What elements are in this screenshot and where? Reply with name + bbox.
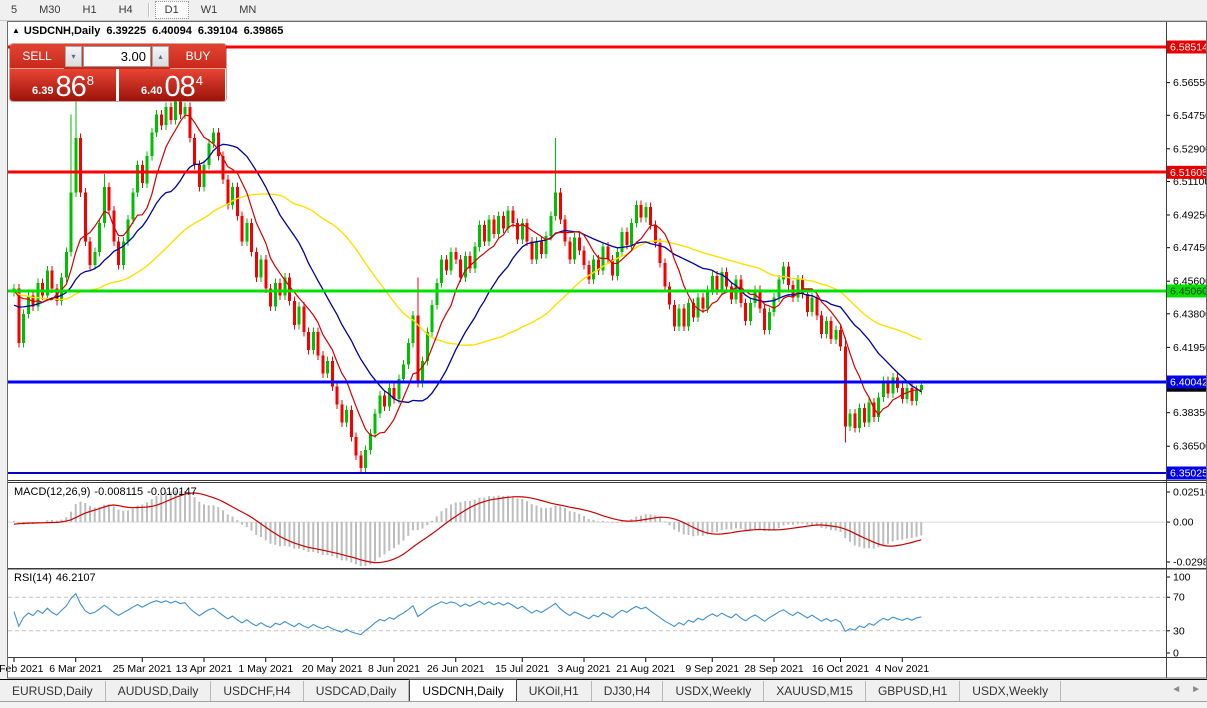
tab-eurusd-daily[interactable]: EURUSD,Daily	[0, 681, 106, 702]
tab-gbpusd-h1[interactable]: GBPUSD,H1	[866, 681, 960, 702]
buy-price-pip: 4	[196, 73, 203, 88]
chart-tab-bar: EURUSD,DailyAUDUSD,DailyUSDCHF,H4USDCAD,…	[0, 679, 1207, 702]
chart-title: ▲ USDCNH,Daily 6.39225 6.40094 6.39104 6.3986…	[12, 25, 283, 37]
svg-text:6.51605: 6.51605	[1170, 167, 1207, 179]
svg-text:28 Sep 2021: 28 Sep 2021	[744, 663, 804, 675]
svg-text:13 Apr 2021: 13 Apr 2021	[176, 663, 233, 675]
timeframe-button-w1[interactable]: W1	[191, 1, 228, 19]
tab-audusd-daily[interactable]: AUDUSD,Daily	[106, 681, 212, 702]
svg-text:9 Sep 2021: 9 Sep 2021	[685, 663, 739, 675]
ohlc-high: 6.40094	[152, 25, 192, 37]
svg-text:8 Jun 2021: 8 Jun 2021	[368, 663, 420, 675]
svg-text:4 Nov 2021: 4 Nov 2021	[875, 663, 929, 675]
svg-text:16 Feb 2021: 16 Feb 2021	[0, 663, 44, 675]
svg-text:6.47450: 6.47450	[1173, 242, 1207, 254]
buy-price-main: 08	[164, 74, 194, 100]
rsi-name: RSI(14)	[14, 572, 52, 584]
sell-price-prefix: 6.39	[32, 85, 53, 97]
sell-price-display[interactable]: 6.39 86 8	[10, 69, 116, 101]
svg-text:30: 30	[1173, 625, 1185, 637]
svg-text:6.41950: 6.41950	[1173, 342, 1207, 354]
svg-text:0.025108: 0.025108	[1173, 487, 1207, 499]
svg-text:25 Mar 2021: 25 Mar 2021	[113, 663, 172, 675]
timeframe-button-5[interactable]: 5	[1, 1, 27, 19]
timeframe-button-h1[interactable]: H1	[73, 1, 107, 19]
svg-text:6.56550: 6.56550	[1173, 77, 1207, 89]
svg-text:6.38350: 6.38350	[1173, 407, 1207, 419]
chart-canvas: 6.565506.547506.529006.511006.492506.474…	[0, 0, 1207, 707]
svg-text:6.43800: 6.43800	[1173, 308, 1207, 320]
macd-value-1: -0.008115	[94, 486, 143, 498]
buy-button[interactable]: BUY	[170, 44, 226, 69]
timeframe-button-h4[interactable]: H4	[109, 1, 143, 19]
svg-text:1 May 2021: 1 May 2021	[238, 663, 293, 675]
tab-ukoil-h1[interactable]: UKOil,H1	[517, 681, 592, 702]
one-click-trading-panel: SELL ▾ ▴ BUY 6.39 86 8 6.40 08 4	[10, 44, 226, 101]
timeframe-button-d1[interactable]: D1	[155, 1, 189, 19]
ohlc-open: 6.39225	[106, 25, 146, 37]
rsi-indicator-label: RSI(14) 46.2107	[14, 572, 100, 584]
macd-name: MACD(12,26,9)	[14, 486, 90, 498]
timeframe-button-m30[interactable]: M30	[29, 1, 70, 19]
svg-text:6.54750: 6.54750	[1173, 110, 1207, 122]
buy-price-prefix: 6.40	[141, 85, 162, 97]
rsi-value: 46.2107	[56, 572, 96, 584]
mt4-terminal: 6.565506.547506.529006.511006.492506.474…	[0, 0, 1207, 707]
tab-usdx-weekly[interactable]: USDX,Weekly	[663, 681, 764, 702]
tab-scroll-right-icon[interactable]: ►	[1191, 684, 1201, 695]
sell-price-pip: 8	[87, 73, 94, 88]
tab-scroll-left-icon[interactable]: ◄	[1171, 684, 1181, 695]
collapse-icon[interactable]: ▲	[12, 26, 20, 35]
svg-text:16 Oct 2021: 16 Oct 2021	[812, 663, 869, 675]
svg-text:6.40042: 6.40042	[1170, 377, 1207, 389]
chart-symbol-label: USDCNH,Daily	[24, 25, 100, 37]
svg-text:6.35025: 6.35025	[1170, 468, 1207, 480]
svg-text:15 Jul 2021: 15 Jul 2021	[495, 663, 549, 675]
volume-input[interactable]	[83, 46, 151, 67]
volume-increase-button[interactable]: ▴	[152, 46, 169, 67]
svg-text:6.36500: 6.36500	[1173, 441, 1207, 453]
tab-usdcad-daily[interactable]: USDCAD,Daily	[304, 681, 410, 702]
buy-price-display[interactable]: 6.40 08 4	[119, 69, 225, 101]
tab-dj30-h4[interactable]: DJ30,H4	[592, 681, 664, 702]
svg-text:6.45060: 6.45060	[1170, 286, 1207, 298]
ohlc-low: 6.39104	[198, 25, 238, 37]
svg-text:21 Aug 2021: 21 Aug 2021	[616, 663, 675, 675]
svg-text:26 Jun 2021: 26 Jun 2021	[427, 663, 485, 675]
svg-text:3 Aug 2021: 3 Aug 2021	[557, 663, 610, 675]
timeframe-toolbar: 5M30H1H4 D1W1MN	[0, 0, 1207, 21]
svg-text:100: 100	[1173, 572, 1191, 584]
ohlc-close: 6.39865	[244, 25, 284, 37]
tab-usdx-weekly[interactable]: USDX,Weekly	[960, 681, 1061, 702]
svg-text:20 May 2021: 20 May 2021	[302, 663, 363, 675]
sell-button[interactable]: SELL	[10, 44, 64, 69]
svg-text:6.52900: 6.52900	[1173, 143, 1207, 155]
timeframe-button-mn[interactable]: MN	[229, 1, 266, 19]
sell-price-main: 86	[55, 74, 85, 100]
svg-text:6 Mar 2021: 6 Mar 2021	[49, 663, 102, 675]
svg-text:6.58514: 6.58514	[1170, 42, 1207, 54]
tab-usdchf-h4[interactable]: USDCHF,H4	[211, 681, 303, 702]
macd-indicator-label: MACD(12,26,9) -0.008115 -0.010147	[14, 486, 201, 498]
svg-text:70: 70	[1173, 592, 1185, 604]
macd-value-2: -0.010147	[147, 486, 197, 498]
svg-text:-0.02988: -0.02988	[1173, 557, 1207, 569]
volume-decrease-button[interactable]: ▾	[65, 46, 82, 67]
tab-usdcnh-daily[interactable]: USDCNH,Daily	[409, 679, 516, 702]
toolbar-separator	[148, 3, 150, 17]
svg-text:0.00: 0.00	[1173, 517, 1194, 529]
svg-text:6.49250: 6.49250	[1173, 210, 1207, 222]
tab-xauusd-m15[interactable]: XAUUSD,M15	[764, 681, 866, 702]
